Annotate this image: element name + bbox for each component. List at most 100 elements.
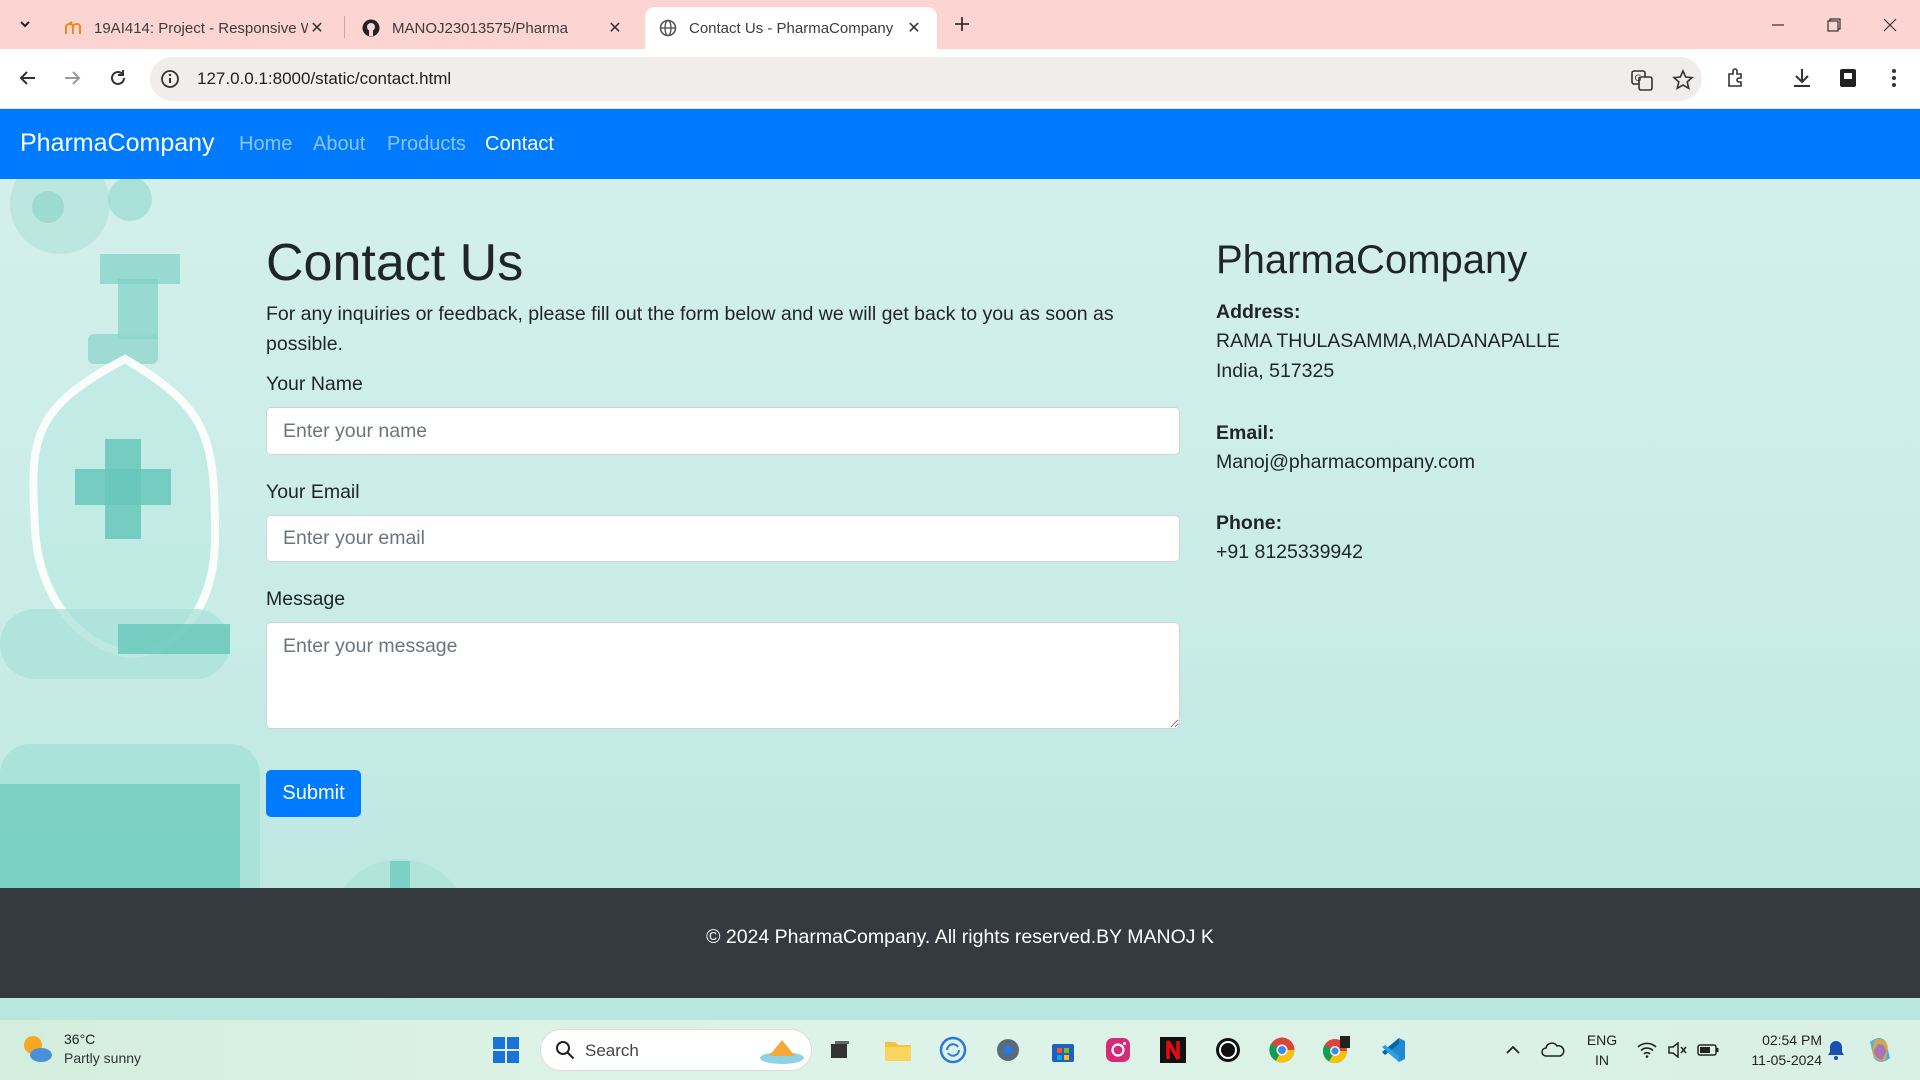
weather-widget[interactable]: 36°C Partly sunny [20, 1030, 141, 1068]
close-icon[interactable]: ✕ [308, 19, 326, 37]
copilot-icon[interactable] [1862, 1020, 1898, 1080]
extensions-icon[interactable] [1722, 64, 1750, 92]
clock-date: 11-05-2024 [1751, 1052, 1822, 1068]
tray-overflow-icon[interactable] [1498, 1020, 1528, 1080]
netflix-icon[interactable] [1157, 1034, 1189, 1066]
weather-temperature: 36°C [64, 1031, 96, 1047]
footer: © 2024 PharmaCompany. All rights reserve… [0, 888, 1920, 998]
email-info-label: Email: [1216, 422, 1275, 444]
tab-divider [344, 16, 345, 38]
back-button[interactable] [12, 62, 44, 94]
phone-label: Phone: [1216, 512, 1283, 534]
file-explorer-icon[interactable] [882, 1034, 914, 1066]
tab-title: MANOJ23013575/Pharma [392, 19, 568, 37]
translate-icon[interactable]: G [1630, 68, 1654, 92]
close-window-button[interactable] [1862, 0, 1918, 49]
navbar: PharmaCompany Home About Products Contac… [0, 109, 1920, 179]
arrow-right-icon [65, 71, 81, 85]
submit-button[interactable]: Submit [266, 770, 361, 817]
lang-primary: ENG [1586, 1032, 1618, 1048]
contact-intro: For any inquiries or feedback, please fi… [266, 303, 1114, 355]
forward-button[interactable] [56, 62, 88, 94]
browser-toolbar: 127.0.0.1:8000/static/contact.html G [0, 49, 1920, 109]
chevron-down-icon [20, 21, 30, 28]
weather-condition: Partly sunny [64, 1050, 142, 1066]
name-input[interactable] [266, 407, 1180, 455]
tab-title: Contact Us - PharmaCompany [689, 19, 894, 37]
search-icon [556, 1041, 575, 1060]
close-icon [1883, 18, 1897, 31]
tab-strip: 19AI414: Project - Responsive W ✕ MANOJ2… [0, 0, 1920, 49]
menu-icon[interactable] [1880, 64, 1908, 92]
footer-copyright: © 2024 PharmaCompany. All rights reserve… [706, 926, 1214, 948]
chrome-profile-icon[interactable] [1320, 1034, 1352, 1066]
tab-github[interactable]: MANOJ23013575/Pharma ✕ [348, 7, 638, 49]
wifi-icon[interactable] [1634, 1020, 1660, 1080]
volume-muted-icon[interactable] [1664, 1020, 1690, 1080]
email-label: Your Email [266, 481, 360, 503]
microsoft-store-icon[interactable] [1047, 1034, 1079, 1066]
new-tab-button[interactable] [950, 12, 974, 36]
settings-gear-icon[interactable] [992, 1034, 1024, 1066]
search-highlight-icon [760, 1040, 804, 1064]
windows-start-icon[interactable] [490, 1034, 522, 1066]
url-text[interactable]: 127.0.0.1:8000/static/contact.html [197, 69, 451, 89]
globe-icon [659, 19, 677, 37]
github-icon [362, 19, 380, 37]
reload-button[interactable] [102, 62, 134, 94]
message-label: Message [266, 588, 346, 610]
partly-sunny-icon [24, 1036, 52, 1062]
tab-search-button[interactable] [12, 11, 38, 37]
vscode-icon[interactable] [1377, 1034, 1409, 1066]
lang-region: IN [1595, 1052, 1609, 1068]
onedrive-icon[interactable] [1538, 1020, 1568, 1080]
address-bar[interactable]: 127.0.0.1:8000/static/contact.html G [150, 57, 1702, 101]
close-icon[interactable]: ✕ [606, 19, 624, 37]
battery-icon[interactable] [1694, 1020, 1722, 1080]
info-icon[interactable] [160, 69, 180, 89]
download-icon[interactable] [1788, 64, 1816, 92]
tab-project[interactable]: 19AI414: Project - Responsive W ✕ [50, 7, 340, 49]
address-label: Address: [1216, 301, 1301, 323]
company-info: PharmaCompany Address: RAMA THULASAMMA,M… [1216, 238, 1716, 563]
phone-value: +91 8125339942 [1216, 541, 1363, 563]
windows-taskbar: 36°C Partly sunny Search ENG IN 02:54 PM… [0, 1020, 1920, 1080]
contact-form-section: Contact Us For any inquiries or feedback… [266, 234, 1180, 817]
nav-link-contact[interactable]: Contact [485, 133, 554, 156]
nav-link-products[interactable]: Products [387, 133, 466, 156]
star-icon[interactable] [1671, 68, 1695, 92]
company-name: PharmaCompany [1216, 238, 1528, 282]
nav-link-home[interactable]: Home [239, 133, 292, 156]
system-clock[interactable]: 02:54 PM 11-05-2024 [1730, 1030, 1822, 1070]
web-page: PharmaCompany Home About Products Contac… [0, 109, 1920, 1020]
tab-contact[interactable]: Contact Us - PharmaCompany ✕ [645, 7, 937, 49]
reload-icon [111, 70, 125, 85]
profile-icon[interactable] [1834, 64, 1862, 92]
task-view-icon[interactable] [824, 1034, 856, 1066]
nav-link-about[interactable]: About [313, 133, 365, 156]
message-textarea[interactable] [266, 622, 1180, 729]
language-indicator[interactable]: ENG IN [1580, 1030, 1624, 1070]
minimize-icon [1772, 23, 1784, 26]
search-label: Search [585, 1041, 639, 1060]
restore-button[interactable] [1806, 0, 1862, 49]
address-line-2: India, 517325 [1216, 360, 1335, 382]
page-title: Contact Us [266, 234, 524, 292]
tab-title: 19AI414: Project - Responsive W [94, 19, 308, 37]
restore-icon [1827, 17, 1841, 32]
instagram-icon[interactable] [1102, 1034, 1134, 1066]
moodle-icon [64, 19, 82, 37]
navbar-brand[interactable]: PharmaCompany [20, 129, 215, 158]
whatsapp-icon[interactable] [1212, 1034, 1244, 1066]
chrome-icon[interactable] [1266, 1034, 1298, 1066]
minimize-button[interactable] [1750, 0, 1806, 49]
close-icon[interactable]: ✕ [905, 19, 923, 37]
address-line-1: RAMA THULASAMMA,MADANAPALLE [1216, 330, 1560, 352]
svg-text:G: G [1635, 74, 1642, 84]
plus-icon [955, 17, 969, 31]
notification-bell-icon[interactable] [1824, 1020, 1848, 1080]
clock-time: 02:54 PM [1762, 1032, 1822, 1048]
email-input[interactable] [266, 515, 1180, 562]
taskbar-search[interactable]: Search [540, 1029, 812, 1071]
sync-app-icon[interactable] [937, 1034, 969, 1066]
